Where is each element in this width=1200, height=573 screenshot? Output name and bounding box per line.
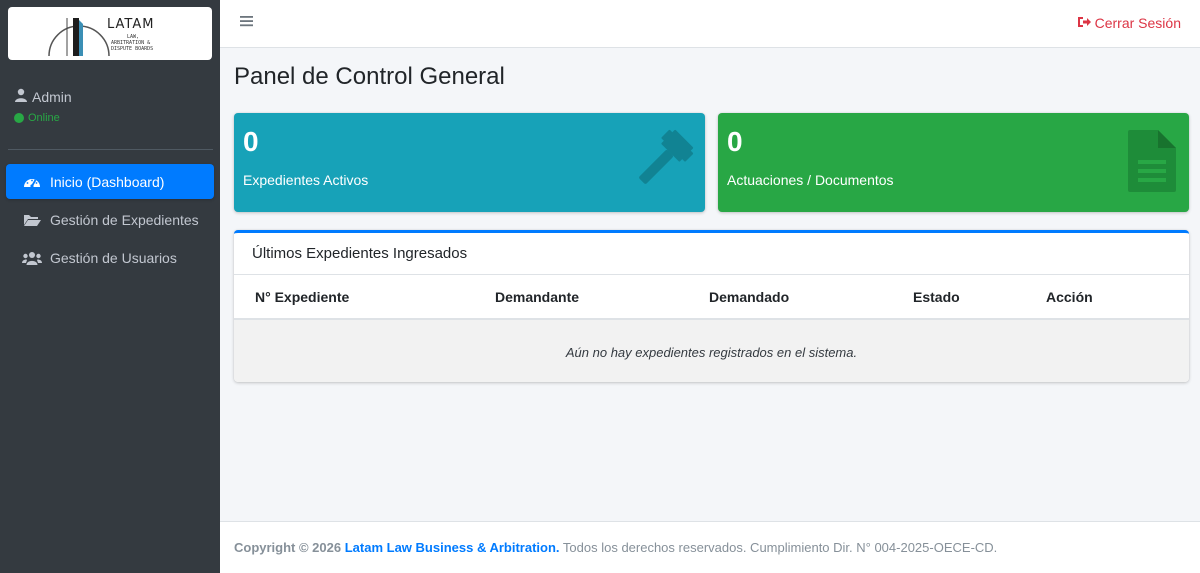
brand-logo[interactable]: LATAM LAW, ARBITRATION & DISPUTE BOARDS	[8, 7, 212, 60]
recent-expedientes-card: Últimos Expedientes Ingresados N° Expedi…	[234, 230, 1189, 382]
user-name: Admin	[32, 88, 72, 105]
footer-copyright: Copyright © 2026	[234, 540, 342, 555]
users-icon	[22, 251, 42, 265]
folder-open-icon	[22, 213, 42, 227]
user-icon	[14, 88, 28, 105]
top-navbar: Cerrar Sesión	[220, 0, 1200, 48]
user-panel: Admin Online	[14, 88, 214, 136]
online-status-icon	[14, 113, 24, 123]
stat-label: Expedientes Activos	[243, 172, 369, 188]
card-title: Últimos Expedientes Ingresados	[252, 245, 468, 262]
page-title: Panel de Control General	[234, 63, 505, 90]
user-status-label: Online	[28, 112, 60, 124]
svg-text:LATAM: LATAM	[107, 17, 154, 32]
stat-count: 0	[727, 126, 743, 157]
stat-box-actuaciones[interactable]: 0 Actuaciones / Documentos	[718, 113, 1189, 212]
hamburger-menu-icon[interactable]	[240, 14, 256, 32]
column-header: N° Expediente	[255, 289, 350, 305]
sidebar-nav: Inicio (Dashboard) Gestión de Expediente…	[6, 164, 214, 278]
dashboard-gauge-icon	[22, 174, 42, 190]
sidebar-item-usuarios[interactable]: Gestión de Usuarios	[6, 240, 214, 275]
logout-button[interactable]: Cerrar Sesión	[1077, 15, 1181, 31]
logout-label: Cerrar Sesión	[1094, 15, 1181, 31]
page-footer: Copyright © 2026 Latam Law Business & Ar…	[220, 521, 1200, 573]
sidebar-divider	[8, 149, 213, 150]
user-status: Online	[14, 112, 214, 124]
sidebar-item-dashboard[interactable]: Inicio (Dashboard)	[6, 164, 214, 199]
column-header: Demandante	[495, 289, 580, 305]
sidebar-item-expedientes[interactable]: Gestión de Expedientes	[6, 202, 214, 237]
svg-text:DISPUTE BOARDS: DISPUTE BOARDS	[111, 46, 153, 52]
gavel-icon	[626, 127, 696, 202]
stat-label: Actuaciones / Documentos	[727, 172, 894, 188]
stat-box-expedientes[interactable]: 0 Expedientes Activos	[234, 113, 705, 212]
user-info[interactable]: Admin	[14, 88, 214, 105]
sidebar-item-label: Gestión de Usuarios	[50, 249, 177, 266]
footer-rights: Todos los derechos reservados. Cumplimie…	[562, 540, 998, 555]
column-header: Demandado	[709, 289, 790, 305]
latam-logo-icon: LATAM LAW, ARBITRATION & DISPUTE BOARDS	[48, 17, 154, 56]
sign-out-icon	[1077, 15, 1091, 31]
stat-count: 0	[243, 126, 259, 157]
sidebar-item-label: Gestión de Expedientes	[50, 211, 199, 228]
column-header: Acción	[1046, 289, 1093, 305]
empty-table-message: Aún no hay expedientes registrados en el…	[565, 345, 858, 360]
sidebar-item-label: Inicio (Dashboard)	[50, 173, 165, 190]
column-header: Estado	[913, 289, 960, 305]
main-sidebar: LATAM LAW, ARBITRATION & DISPUTE BOARDS …	[0, 0, 220, 573]
file-document-icon	[1128, 130, 1176, 197]
footer-company-link[interactable]: Latam Law Business & Arbitration.	[345, 540, 560, 555]
card-divider	[234, 274, 1189, 275]
